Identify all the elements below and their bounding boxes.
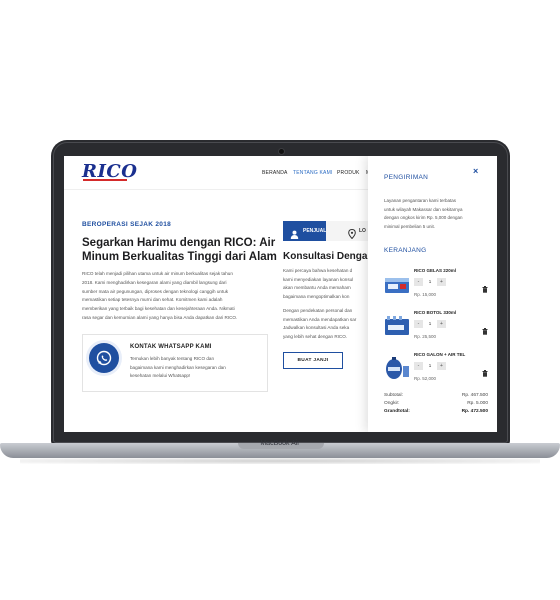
shipping-line: dengan ongkos kirim Rp. 5,000 dengan <box>384 215 463 221</box>
wa-desc-line: Temukan lebih banyak tentang RICO dan <box>130 356 215 361</box>
logo-underline <box>83 179 127 181</box>
consult-line: akan membantu Anda memaham <box>283 285 351 291</box>
page-title: Segarkan Harimu dengan RICO: Air Minum B… <box>82 236 287 264</box>
cart-item-price: Rp. 15,000 <box>414 292 437 297</box>
product-image-gelas <box>384 272 410 296</box>
trash-icon[interactable] <box>482 364 488 382</box>
shipping-fee-row: Ongkir: Rp. 5.000 <box>384 401 488 406</box>
about-paragraph: RICO telah menjadi pilihan utama untuk a… <box>82 270 284 323</box>
shipping-title: PENGIRIMAN <box>384 174 429 181</box>
consult-line: kami menyediakan layanan konsul <box>283 276 354 282</box>
grandtotal-value: Rp. 472.500 <box>461 409 488 414</box>
shipping-line: minimal pembelian 5 unit. <box>384 223 436 229</box>
cart-item: RICO GALON + AIR TEL - 1 + Rp. 52,000 <box>384 352 494 386</box>
shipping-fee-label: Ongkir: <box>384 401 400 406</box>
para-line: memastikan setiap tetesnya murni dan seh… <box>82 297 223 303</box>
wa-desc-line: kesehatan melalui Whatsapp! <box>130 373 191 379</box>
close-icon[interactable]: × <box>473 166 478 176</box>
qty-value[interactable]: 1 <box>425 362 435 370</box>
product-image-galon <box>384 356 410 380</box>
cart-item-price: Rp. 52,000 <box>414 376 437 381</box>
qty-decrease-button[interactable]: - <box>414 320 423 328</box>
qty-increase-button[interactable]: + <box>437 278 446 286</box>
subtotal-value: Rp. 467.500 <box>461 393 488 398</box>
cart-item-name: RICO GALON + AIR TEL <box>414 352 466 357</box>
cart-item: RICO GELAS 220ml - 1 + Rp. 15,000 <box>384 268 494 302</box>
consult-line: memastikan Anda mendapatkan sar <box>283 316 357 322</box>
device-label: MacBook Air <box>260 440 300 447</box>
cart-item-name: RICO BOTOL 330ml <box>414 310 457 315</box>
consult-paragraph-2: Dengan pendekatan personal dan memastika… <box>283 307 373 341</box>
grandtotal-row: Grandtotal: Rp. 472.500 <box>384 409 488 414</box>
para-line: RICO telah menjadi pilihan utama untuk a… <box>82 271 233 276</box>
laptop-screen: RICO BERANDA TENTANG KAMI PRODUK M BEROP… <box>64 156 497 432</box>
shipping-info: Layanan pengantaran kami terbatas untuk … <box>384 197 484 231</box>
headline-line-1: Segarkan Harimu dengan RICO: Air <box>82 237 276 249</box>
nav-item-produk[interactable]: PRODUK <box>337 170 360 176</box>
cart-item: RICO BOTOL 330ml - 1 + Rp. 25,500 <box>384 310 494 344</box>
grandtotal-label: Grandtotal: <box>384 409 410 414</box>
book-appointment-button[interactable]: BUAT JANJI <box>283 352 343 369</box>
cart-item-name: RICO GELAS 220ml <box>414 268 457 273</box>
shipping-fee-value: Rp. 5.000 <box>467 401 488 406</box>
user-icon <box>290 226 299 244</box>
shipping-line: untuk wilayah Makassar dan sekitarnya <box>384 206 463 212</box>
consult-line: Dengan pendekatan personal dan <box>283 308 353 313</box>
subtotal-row: Subtotal: Rp. 467.500 <box>384 393 488 398</box>
cart-title: KERANJANG <box>384 247 427 254</box>
trash-icon[interactable] <box>482 280 488 298</box>
nav-item-tentang-kami[interactable]: TENTANG KAMI <box>293 170 333 176</box>
wa-desc-line: bagaimana kami menghadirkan kesegaran da… <box>130 364 226 370</box>
para-line: 2018. Kami menghadirkan kesegaran alami … <box>82 279 227 285</box>
section-eyebrow: BEROPERASI SEJAK 2018 <box>82 221 172 228</box>
laptop-shadow <box>20 458 540 464</box>
consult-line: bagaimana mengoptimalkan kon <box>283 293 350 299</box>
nav-item-beranda[interactable]: BERANDA <box>262 170 288 176</box>
qty-decrease-button[interactable]: - <box>414 278 423 286</box>
qty-increase-button[interactable]: + <box>437 362 446 370</box>
qty-decrease-button[interactable]: - <box>414 362 423 370</box>
para-line: sumber mata air pegunungan, diproses den… <box>82 288 229 294</box>
cart-item-price: Rp. 25,500 <box>414 334 437 339</box>
qty-value[interactable]: 1 <box>425 278 435 286</box>
para-line: rasa segar dan kemurnian alami yang hany… <box>82 314 238 320</box>
qty-value[interactable]: 1 <box>425 320 435 328</box>
subtotal-label: Subtotal: <box>384 393 403 398</box>
consult-line: yang lebih sehat dengan RICO. <box>283 333 348 339</box>
trash-icon[interactable] <box>482 322 488 340</box>
camera-icon <box>278 148 285 155</box>
consult-line: Kami percaya bahwa kesehatan d <box>283 268 353 273</box>
location-pin-icon <box>348 226 356 244</box>
whatsapp-card-title: KONTAK WHATSAPP KAMI <box>130 344 212 350</box>
headline-line-2: Minum Berkualitas Tinggi dari Alam <box>82 251 277 263</box>
whatsapp-card-desc: Temukan lebih banyak tentang RICO dan ba… <box>130 355 260 381</box>
consult-paragraph-1: Kami percaya bahwa kesehatan d kami meny… <box>283 267 373 301</box>
tab-location-label: LO <box>359 228 366 234</box>
whatsapp-icon[interactable] <box>89 343 119 373</box>
qty-increase-button[interactable]: + <box>437 320 446 328</box>
shipping-line: Layanan pengantaran kami terbatas <box>384 198 457 203</box>
consult-line: Jadwalkan konsultasi Anda seka <box>283 325 350 331</box>
product-image-botol <box>384 314 410 338</box>
para-line: memberikan yang terbaik bagi kesehatan d… <box>82 306 235 312</box>
